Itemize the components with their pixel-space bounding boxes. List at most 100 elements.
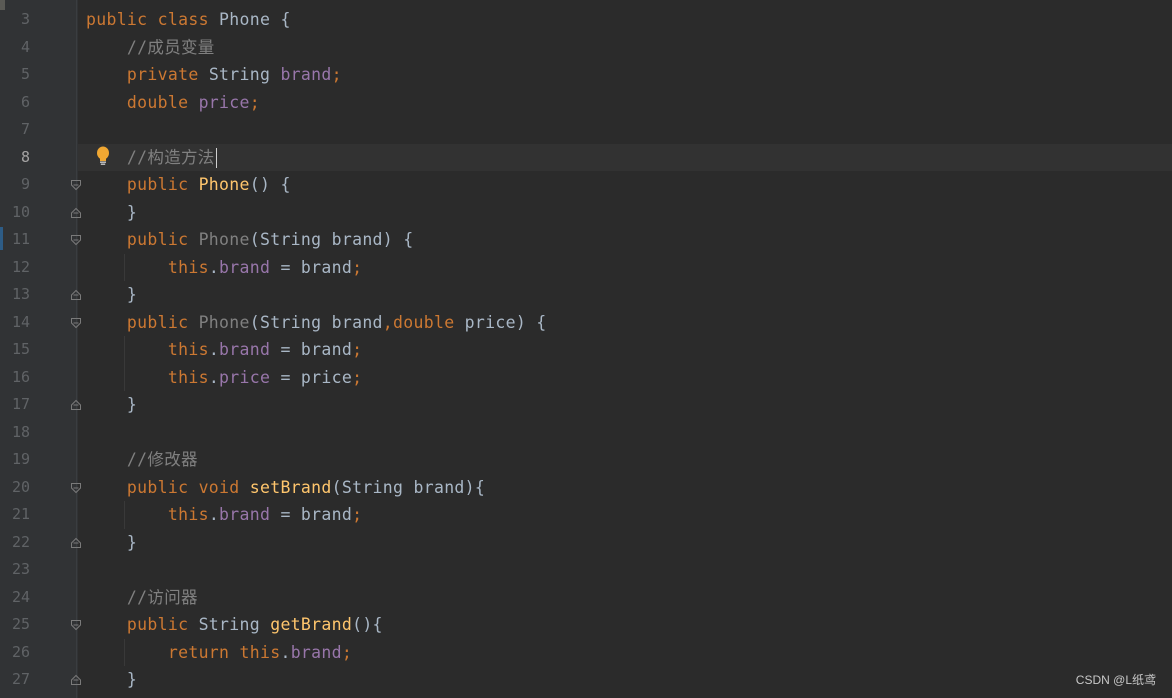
- code-text[interactable]: public Phone() {: [86, 171, 291, 198]
- code-text[interactable]: this.brand = brand;: [86, 254, 362, 281]
- code-line[interactable]: 24 //访问器: [0, 584, 1172, 611]
- code-line[interactable]: 19 //修改器: [0, 446, 1172, 473]
- code-text[interactable]: double price;: [86, 89, 260, 116]
- code-line[interactable]: 5 private String brand;: [0, 61, 1172, 88]
- code-line[interactable]: 14 public Phone(String brand,double pric…: [0, 309, 1172, 336]
- token: (String brand: [249, 312, 383, 332]
- token: public class: [86, 10, 220, 29]
- code-line[interactable]: 3 public class Phone {: [0, 6, 1172, 33]
- code-line[interactable]: 26 return this.brand;: [0, 639, 1172, 666]
- code-line[interactable]: 17 }: [0, 391, 1172, 418]
- token: price) {: [464, 312, 547, 332]
- fold-open-icon[interactable]: [70, 482, 82, 494]
- code-text[interactable]: public Phone(String brand) {: [86, 226, 414, 253]
- line-number: 8: [20, 147, 30, 166]
- code-text[interactable]: //成员变量: [86, 34, 215, 61]
- token: //修改器: [86, 450, 198, 469]
- code-text[interactable]: }: [86, 529, 137, 556]
- line-number: 9: [20, 175, 30, 193]
- token: .: [280, 642, 291, 662]
- code-text[interactable]: //修改器: [86, 446, 198, 473]
- code-text[interactable]: this.brand = brand;: [86, 336, 362, 363]
- code-line[interactable]: 11 public Phone(String brand) {: [0, 226, 1172, 253]
- code-line[interactable]: 8 //构造方法: [0, 144, 1172, 171]
- code-text[interactable]: }: [86, 391, 137, 418]
- line-number: 13: [11, 285, 30, 303]
- token: getBrand: [270, 615, 353, 634]
- watermark: CSDN @L纸鸢: [1075, 673, 1156, 687]
- fold-open-icon[interactable]: [70, 619, 82, 631]
- fold-close-icon[interactable]: [70, 537, 82, 549]
- code-line[interactable]: 9 public Phone() {: [0, 171, 1172, 198]
- token: Phone: [198, 312, 250, 332]
- code-line[interactable]: 21 this.brand = brand;: [0, 501, 1172, 528]
- token: ;: [352, 505, 363, 524]
- token: Phone: [198, 230, 250, 249]
- code-line[interactable]: 27 }: [0, 666, 1172, 693]
- token: (String brand) {: [249, 230, 414, 249]
- token: () {: [249, 175, 291, 194]
- line-number: 7: [20, 120, 30, 138]
- token: String: [208, 65, 281, 84]
- code-text[interactable]: }: [86, 199, 137, 226]
- token: public: [86, 175, 199, 194]
- token: String: [198, 615, 271, 634]
- line-number: 11: [11, 230, 30, 248]
- token: }: [86, 285, 138, 304]
- code-text[interactable]: public String getBrand(){: [86, 611, 383, 638]
- code-line[interactable]: 12 this.brand = brand;: [0, 254, 1172, 281]
- token: //成员变量: [86, 37, 215, 57]
- code-line[interactable]: 10 }: [0, 199, 1172, 226]
- line-number: 15: [11, 340, 30, 358]
- code-line[interactable]: 7: [0, 116, 1172, 143]
- code-line[interactable]: 25 public String getBrand(){: [0, 611, 1172, 638]
- line-number: 26: [11, 642, 30, 661]
- fold-close-icon[interactable]: [70, 289, 82, 301]
- code-text[interactable]: public Phone(String brand,double price) …: [86, 309, 547, 336]
- line-number: 4: [20, 37, 30, 56]
- code-line[interactable]: 15 this.brand = brand;: [0, 336, 1172, 363]
- code-line[interactable]: 16 this.price = price;: [0, 364, 1172, 391]
- code-text[interactable]: private String brand;: [86, 61, 342, 88]
- code-line[interactable]: 18: [0, 419, 1172, 446]
- token: = brand: [270, 505, 353, 524]
- line-number: 21: [11, 505, 30, 523]
- fold-close-icon[interactable]: [70, 399, 82, 411]
- fold-open-icon[interactable]: [70, 179, 82, 191]
- token: ;: [352, 257, 363, 277]
- token: public: [86, 230, 199, 249]
- token: = brand: [270, 340, 353, 359]
- code-text[interactable]: //访问器: [86, 584, 198, 611]
- code-line[interactable]: 6 double price;: [0, 89, 1172, 116]
- token: }: [86, 395, 138, 414]
- token: ;: [352, 340, 363, 359]
- code-line[interactable]: 22 }: [0, 529, 1172, 556]
- token: this: [86, 367, 209, 387]
- code-line[interactable]: 23: [0, 556, 1172, 583]
- code-text[interactable]: this.brand = brand;: [86, 501, 362, 528]
- line-number: 22: [11, 532, 30, 551]
- code-line[interactable]: 13 }: [0, 281, 1172, 308]
- code-text[interactable]: }: [86, 666, 137, 693]
- line-number: 3: [20, 10, 30, 28]
- lightbulb-icon[interactable]: [94, 146, 112, 166]
- token: //访问器: [86, 587, 198, 607]
- line-number: 6: [20, 92, 30, 111]
- code-editor[interactable]: 3 public class Phone {4 //成员变量 5 private S…: [0, 0, 1172, 698]
- line-number: 25: [11, 615, 30, 633]
- token: brand: [219, 257, 271, 277]
- code-line[interactable]: 20 public void setBrand(String brand){: [0, 474, 1172, 501]
- token: double: [86, 92, 199, 112]
- code-text[interactable]: return this.brand;: [86, 639, 352, 666]
- code-text[interactable]: this.price = price;: [86, 364, 362, 391]
- code-line[interactable]: 4 //成员变量: [0, 34, 1172, 61]
- token: ;: [249, 92, 260, 112]
- code-text[interactable]: public void setBrand(String brand){: [86, 474, 485, 501]
- fold-open-icon[interactable]: [70, 234, 82, 246]
- code-text[interactable]: public class Phone {: [86, 6, 291, 33]
- line-number: 16: [11, 367, 30, 386]
- code-text[interactable]: }: [86, 281, 137, 308]
- fold-close-icon[interactable]: [70, 207, 82, 219]
- fold-open-icon[interactable]: [70, 317, 82, 329]
- fold-close-icon[interactable]: [70, 674, 82, 686]
